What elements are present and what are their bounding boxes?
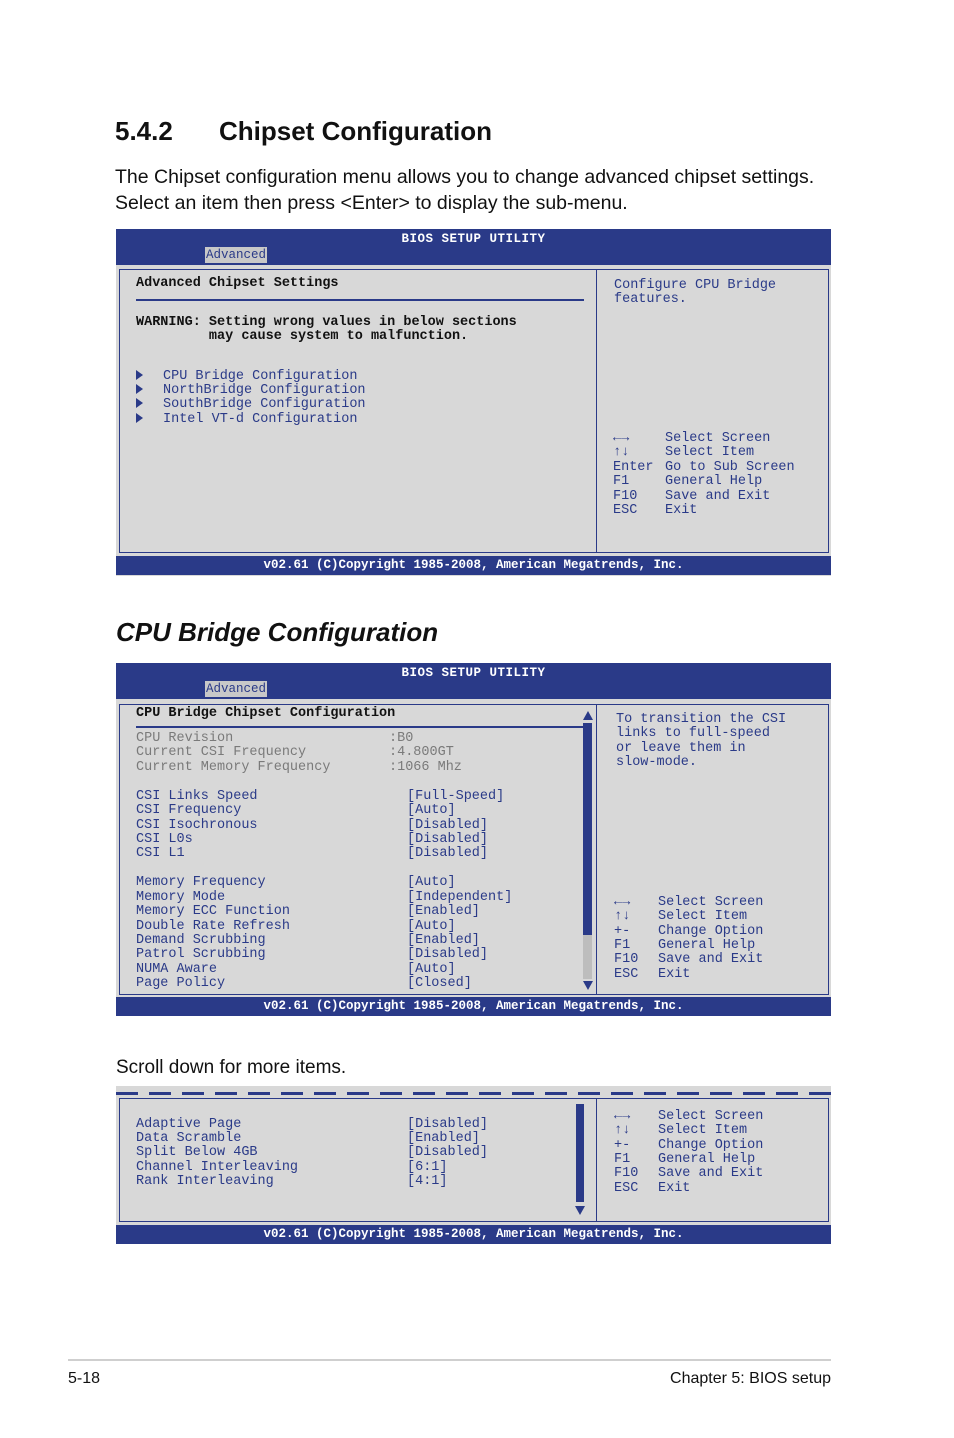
setting-value[interactable]: [4:1]	[407, 1174, 448, 1190]
setting-label[interactable]: Patrol Scrubbing	[136, 947, 266, 963]
tab-advanced[interactable]: Advanced	[205, 247, 268, 263]
setting-value[interactable]: [Auto]	[407, 875, 456, 891]
section-title: Chipset Configuration	[219, 116, 492, 146]
pane-divider	[596, 1098, 597, 1222]
key-legend-row: ↑↓ Select Item	[613, 445, 755, 460]
scroll-note: Scroll down for more items.	[116, 1057, 347, 1078]
setting-label[interactable]: Split Below 4GB	[136, 1145, 258, 1161]
bios-title-bar: BIOS SETUP UTILITY Advanced	[116, 663, 831, 699]
footer-rule	[68, 1359, 831, 1361]
setting-value[interactable]: [Disabled]	[407, 846, 488, 862]
info-label: Current Memory Frequency	[136, 760, 331, 775]
bios-screen-continued: Adaptive Page [Disabled] Data Scramble […	[116, 1086, 831, 1244]
section-heading: 5.4.2 Chipset Configuration	[115, 116, 492, 147]
key-legend-row: F1 General Help	[613, 474, 763, 489]
bios-title: BIOS SETUP UTILITY	[401, 666, 546, 680]
chapter-label: Chapter 5: BIOS setup	[670, 1370, 831, 1387]
menu-item-southbridge[interactable]: SouthBridge Configuration	[136, 397, 366, 413]
key-legend-row: F10 Save and Exit	[614, 1166, 764, 1181]
help-line: links to full-speed	[616, 726, 770, 741]
setting-label[interactable]: Page Policy	[136, 976, 225, 992]
key-legend-row: ↑↓ Select Item	[614, 909, 748, 924]
scroll-up-icon[interactable]	[583, 711, 593, 720]
heading-rule	[136, 299, 584, 301]
key-legend-row: ESC Exit	[614, 967, 691, 982]
setting-label[interactable]: Memory ECC Function	[136, 904, 290, 920]
screen-heading: Advanced Chipset Settings	[136, 276, 339, 291]
copyright-bar: v02.61 (C)Copyright 1985-2008, American …	[116, 1225, 831, 1244]
key-legend-row: ESC Exit	[613, 503, 698, 518]
section-number: 5.4.2	[115, 116, 173, 146]
bios-screen-chipset: BIOS SETUP UTILITY Advanced Advanced Chi…	[116, 229, 831, 576]
setting-label[interactable]: CSI L1	[136, 846, 185, 862]
scrollbar-thumb[interactable]	[576, 1104, 584, 1202]
copyright-bar: v02.61 (C)Copyright 1985-2008, American …	[116, 556, 831, 575]
copyright-bar: v02.61 (C)Copyright 1985-2008, American …	[116, 997, 831, 1016]
scroll-down-icon[interactable]	[575, 1206, 585, 1215]
setting-value[interactable]: [Closed]	[407, 976, 472, 992]
tab-advanced[interactable]: Advanced	[205, 681, 268, 697]
triangle-right-icon	[136, 370, 143, 380]
setting-label[interactable]: Rank Interleaving	[136, 1174, 274, 1190]
key-legend-row: ↑↓ Select Item	[614, 1123, 748, 1138]
screen-heading: CPU Bridge Chipset Configuration	[136, 706, 396, 721]
help-line: slow-mode.	[616, 755, 698, 770]
setting-label[interactable]: CSI Frequency	[136, 803, 241, 819]
pane-divider	[596, 269, 597, 553]
scrollbar-thumb[interactable]	[583, 723, 592, 935]
key-legend-row: F10 Save and Exit	[614, 952, 764, 967]
info-label: Current CSI Frequency	[136, 745, 307, 760]
triangle-right-icon	[136, 384, 143, 394]
setting-value[interactable]: [Disabled]	[407, 1145, 488, 1161]
scroll-down-icon[interactable]	[583, 981, 593, 990]
setting-value[interactable]: [Disabled]	[407, 947, 488, 963]
intro-line-1: The Chipset configuration menu allows yo…	[115, 166, 815, 188]
info-value: :4.800GT	[389, 745, 454, 760]
page-number: 5-18	[68, 1370, 101, 1387]
intro-paragraph: The Chipset configuration menu allows yo…	[115, 164, 814, 216]
triangle-right-icon	[136, 398, 143, 408]
help-line-2: features.	[614, 292, 687, 307]
triangle-right-icon	[136, 413, 143, 423]
setting-value[interactable]: [Enabled]	[407, 904, 480, 920]
intro-line-2: Select an item then press <Enter> to dis…	[115, 192, 628, 214]
heading-rule	[136, 726, 584, 728]
key-legend-row: ESC Exit	[614, 1181, 691, 1196]
setting-label[interactable]: Memory Frequency	[136, 875, 266, 891]
continuation-dash-line	[116, 1092, 831, 1095]
subsection-title: CPU Bridge Configuration	[116, 617, 439, 647]
pane-divider	[596, 704, 597, 995]
bios-screen-cpu-bridge: BIOS SETUP UTILITY Advanced CPU Bridge C…	[116, 663, 831, 1016]
bios-title-bar: BIOS SETUP UTILITY Advanced	[116, 229, 831, 265]
menu-item-intel-vtd[interactable]: Intel VT-d Configuration	[136, 412, 357, 428]
warning-line-2: may cause system to malfunction.	[136, 329, 469, 344]
bios-title: BIOS SETUP UTILITY	[401, 232, 546, 246]
setting-value[interactable]: [Auto]	[407, 803, 456, 819]
info-value: :1066 Mhz	[389, 760, 462, 775]
